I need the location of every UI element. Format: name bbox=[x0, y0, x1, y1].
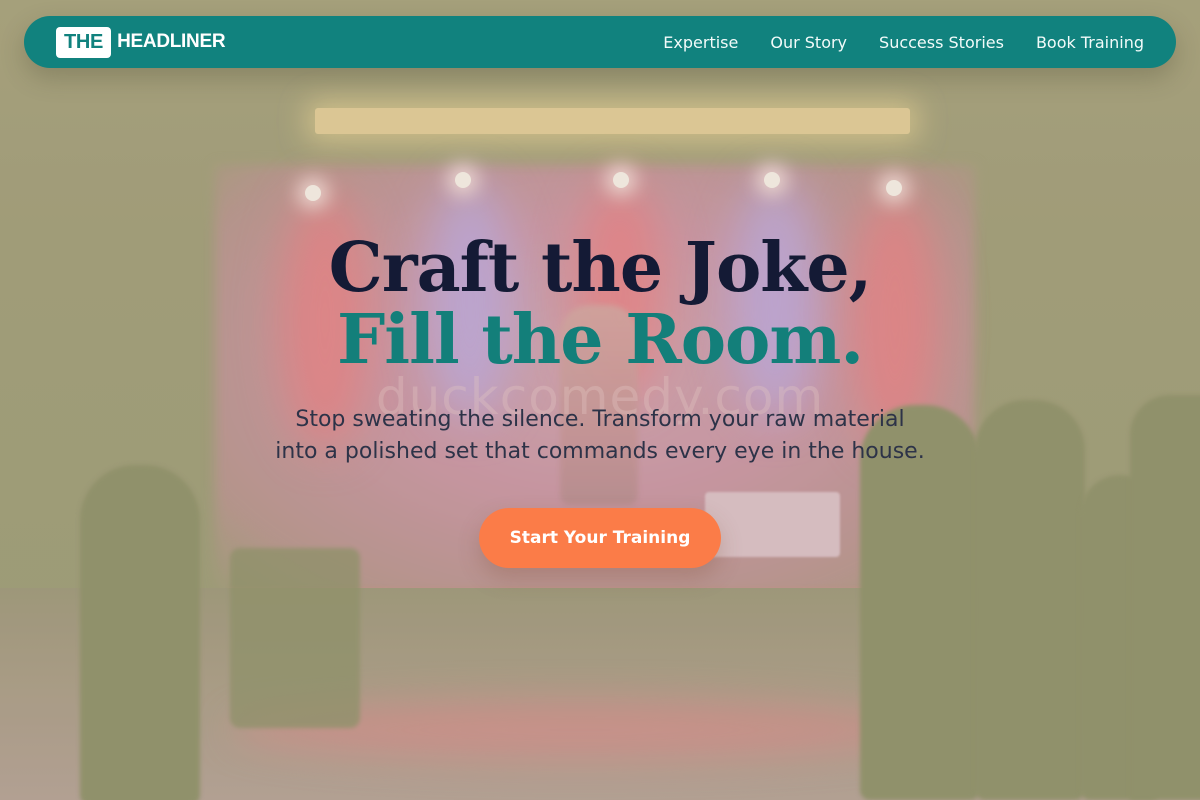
brand-logo[interactable]: THE HEADLINER bbox=[56, 26, 226, 58]
nav-link-our-story[interactable]: Our Story bbox=[770, 33, 847, 52]
logo-badge: THE bbox=[56, 26, 112, 58]
start-training-button[interactable]: Start Your Training bbox=[479, 508, 721, 568]
subtitle-line-1: Stop sweating the silence. Transform you… bbox=[295, 407, 905, 432]
top-navbar: THE HEADLINER Expertise Our Story Succes… bbox=[24, 16, 1176, 68]
nav-links: Expertise Our Story Success Stories Book… bbox=[663, 33, 1144, 52]
subtitle-line-2: into a polished set that commands every … bbox=[275, 439, 925, 464]
hero-headline: Craft the Joke, Fill the Room. bbox=[0, 232, 1200, 376]
nav-link-success-stories[interactable]: Success Stories bbox=[879, 33, 1004, 52]
nav-link-expertise[interactable]: Expertise bbox=[663, 33, 738, 52]
headline-line-1: Craft the Joke, bbox=[328, 228, 873, 308]
hero-subtitle: Stop sweating the silence. Transform you… bbox=[250, 404, 950, 468]
nav-link-book-training[interactable]: Book Training bbox=[1036, 33, 1144, 52]
hero-section: Craft the Joke, Fill the Room. Stop swea… bbox=[0, 232, 1200, 568]
headline-line-2: Fill the Room. bbox=[336, 300, 864, 380]
logo-wordmark: HEADLINER bbox=[117, 31, 226, 52]
